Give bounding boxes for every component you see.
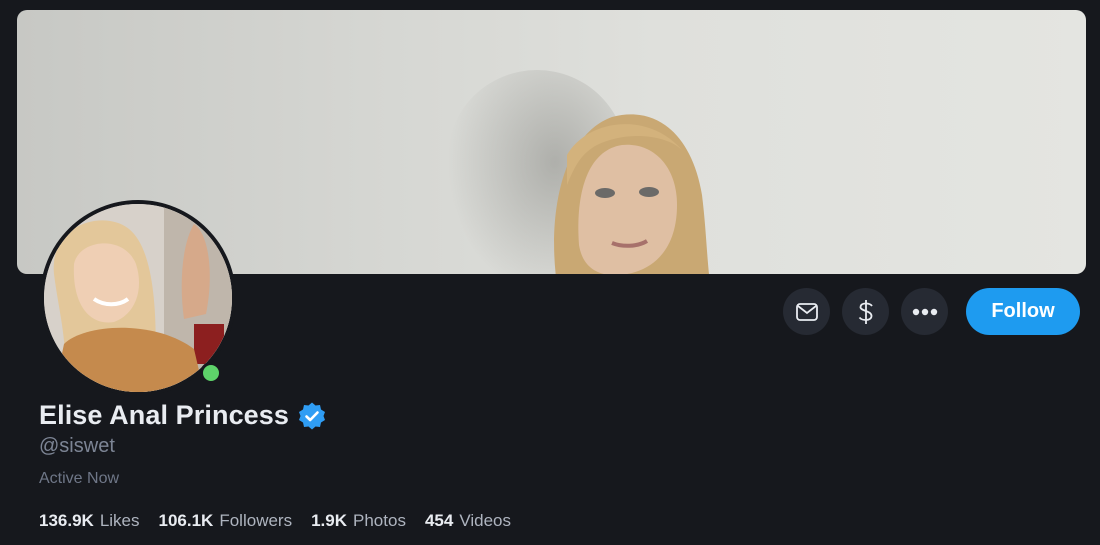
stat-label: Followers bbox=[219, 511, 293, 530]
more-options-button[interactable] bbox=[901, 288, 948, 335]
envelope-icon bbox=[795, 302, 818, 321]
profile-actions: Follow bbox=[783, 288, 1080, 335]
stat-label: Likes bbox=[99, 511, 140, 530]
stat-value: 454 bbox=[424, 511, 454, 530]
stat-value: 106.1K bbox=[158, 511, 214, 530]
profile-page: Follow Elise Anal Princess @siswet Activ… bbox=[0, 0, 1100, 545]
stat-label: Photos bbox=[353, 511, 406, 530]
stat-photos[interactable]: 1.9K Photos bbox=[311, 511, 406, 531]
dollar-icon bbox=[858, 299, 873, 324]
stat-label: Videos bbox=[459, 511, 512, 530]
stat-videos[interactable]: 454 Videos bbox=[425, 511, 511, 531]
name-row: Elise Anal Princess bbox=[39, 400, 327, 431]
message-button[interactable] bbox=[783, 288, 830, 335]
cover-photo-person bbox=[554, 114, 709, 274]
profile-stats: 136.9K Likes 106.1K Followers 1.9K Photos 4… bbox=[39, 511, 511, 531]
tip-button[interactable] bbox=[842, 288, 889, 335]
follow-button[interactable]: Follow bbox=[966, 288, 1080, 335]
profile-info: Elise Anal Princess @siswet Active Now bbox=[39, 400, 327, 488]
stat-likes[interactable]: 136.9K Likes bbox=[39, 511, 140, 531]
display-name: Elise Anal Princess bbox=[39, 400, 290, 430]
username-handle: @siswet bbox=[39, 435, 115, 457]
stat-value: 136.9K bbox=[39, 511, 94, 530]
stat-value: 1.9K bbox=[311, 511, 348, 530]
online-status-indicator bbox=[200, 362, 222, 384]
verified-badge-icon bbox=[299, 402, 326, 429]
more-dots-icon bbox=[912, 308, 937, 315]
stat-followers[interactable]: 106.1K Followers bbox=[159, 511, 293, 531]
activity-status: Active Now bbox=[39, 470, 120, 487]
